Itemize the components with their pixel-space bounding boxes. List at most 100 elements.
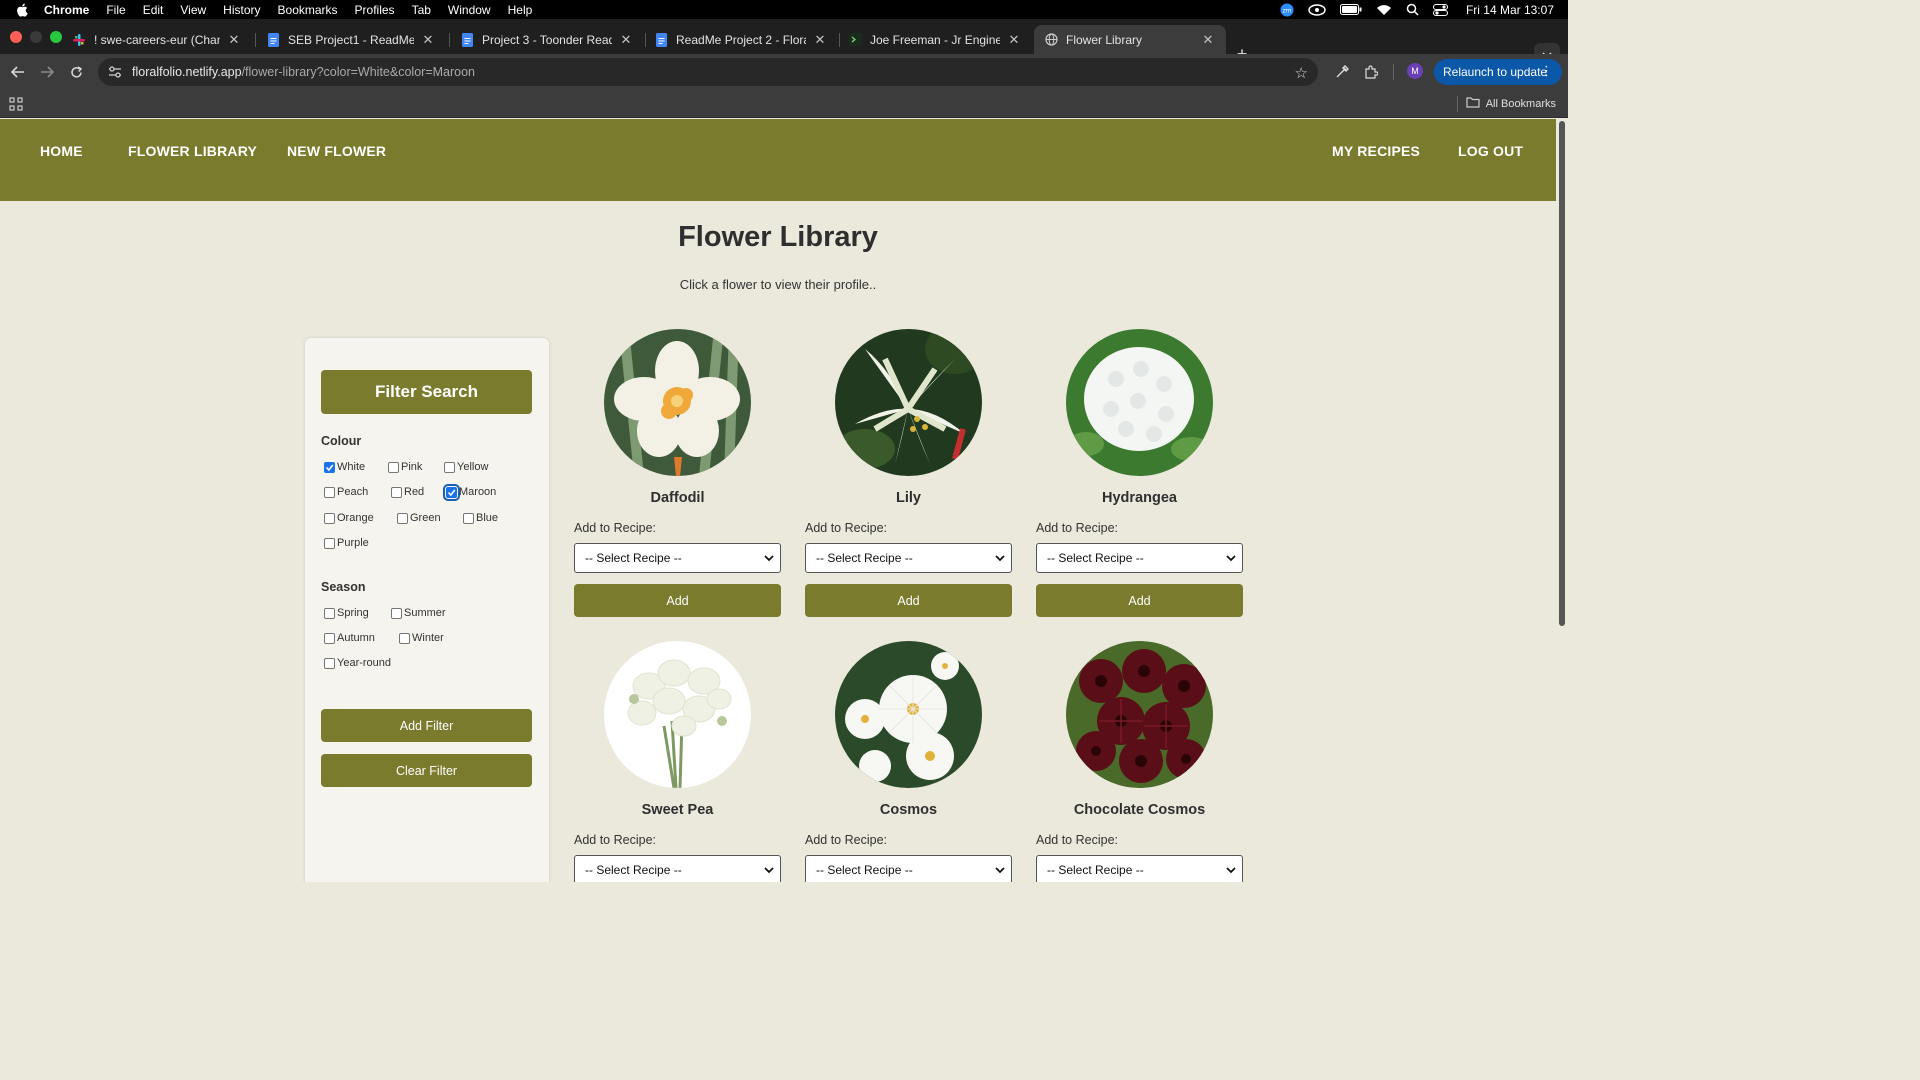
menu-history[interactable]: History [223, 3, 260, 17]
checkbox[interactable] [388, 461, 399, 473]
nav-home-link[interactable]: HOME [40, 143, 83, 159]
tab-joe-freeman[interactable]: Joe Freeman - Jr Engineer ✕ [838, 25, 1032, 54]
site-info-icon[interactable] [108, 66, 122, 78]
clear-filter-button[interactable]: Clear Filter [321, 754, 532, 787]
recipe-select[interactable]: -- Select Recipe -- [1036, 543, 1243, 573]
season-checkbox-winter[interactable]: Winter [399, 632, 444, 644]
menu-help[interactable]: Help [508, 3, 533, 17]
recipe-select[interactable]: -- Select Recipe -- [805, 543, 1012, 573]
sweet-pea-photo[interactable] [604, 641, 751, 788]
checkmark-icon[interactable] [443, 483, 460, 501]
apple-icon[interactable] [16, 3, 30, 17]
spotlight-search-icon[interactable] [1406, 3, 1419, 16]
checkbox[interactable] [463, 512, 474, 524]
close-icon[interactable]: ✕ [1200, 32, 1216, 48]
wifi-icon[interactable] [1376, 4, 1392, 16]
menubar-clock[interactable]: Fri 14 Mar 13:07 [1466, 3, 1554, 17]
checkbox[interactable] [391, 486, 402, 498]
checkbox[interactable] [324, 537, 335, 549]
season-checkbox-year-round[interactable]: Year-round [324, 657, 391, 669]
close-icon[interactable]: ✕ [226, 32, 242, 48]
flower-name[interactable]: Hydrangea [1036, 490, 1243, 506]
zoom-icon[interactable]: zm [1280, 3, 1294, 17]
colour-checkbox-maroon[interactable]: Maroon [443, 483, 496, 501]
recipe-select[interactable]: -- Select Recipe -- [1036, 855, 1243, 882]
recipe-select[interactable]: -- Select Recipe -- [574, 855, 781, 882]
menu-app-name[interactable]: Chrome [44, 3, 89, 17]
menu-edit[interactable]: Edit [143, 3, 164, 17]
season-checkbox-autumn[interactable]: Autumn [324, 632, 375, 644]
back-arrow-icon[interactable] [8, 63, 28, 81]
menu-window[interactable]: Window [448, 3, 491, 17]
menu-profiles[interactable]: Profiles [355, 3, 395, 17]
minimize-window-button[interactable] [30, 31, 42, 43]
chocolate-cosmos-photo[interactable] [1066, 641, 1213, 788]
menu-file[interactable]: File [106, 3, 125, 17]
colour-checkbox-pink[interactable]: Pink [388, 461, 422, 473]
nav-logout-link[interactable]: LOG OUT [1458, 143, 1523, 159]
recipe-select[interactable]: -- Select Recipe -- [574, 543, 781, 573]
tab-project3[interactable]: Project 3 - Toonder ReadMe ✕ [450, 25, 644, 54]
daffodil-photo[interactable] [604, 329, 751, 476]
colour-checkbox-orange[interactable]: Orange [324, 512, 374, 524]
control-center-icon[interactable] [1432, 3, 1448, 16]
checkbox[interactable] [324, 486, 335, 498]
reload-icon[interactable] [66, 63, 86, 81]
profile-avatar[interactable]: M [1407, 63, 1423, 79]
colour-checkbox-red[interactable]: Red [391, 486, 424, 498]
flower-name[interactable]: Lily [805, 490, 1012, 506]
scrollbar-thumb[interactable] [1559, 121, 1565, 626]
checkbox[interactable] [324, 607, 335, 619]
season-checkbox-summer[interactable]: Summer [391, 607, 446, 619]
eyedropper-extension-icon[interactable] [1333, 63, 1351, 81]
add-to-recipe-button[interactable]: Add [574, 584, 781, 617]
nav-my-recipes-link[interactable]: MY RECIPES [1332, 143, 1420, 159]
checkbox[interactable] [397, 512, 408, 524]
checkbox[interactable] [324, 512, 335, 524]
colour-checkbox-yellow[interactable]: Yellow [444, 461, 488, 473]
address-bar[interactable]: floralfolio.netlify.app/flower-library?c… [98, 58, 1318, 86]
creative-cloud-icon[interactable] [1308, 3, 1326, 16]
flower-name[interactable]: Cosmos [805, 802, 1012, 818]
extensions-puzzle-icon[interactable] [1362, 63, 1380, 81]
recipe-select[interactable]: -- Select Recipe -- [805, 855, 1012, 882]
hydrangea-photo[interactable] [1066, 329, 1213, 476]
page-scrollbar[interactable] [1556, 119, 1568, 882]
add-filter-button[interactable]: Add Filter [321, 709, 532, 742]
checkbox[interactable] [399, 632, 410, 644]
checkbox[interactable] [391, 607, 402, 619]
menu-bookmarks[interactable]: Bookmarks [278, 3, 338, 17]
close-icon[interactable]: ✕ [618, 32, 634, 48]
all-bookmarks-button[interactable]: All Bookmarks [1466, 97, 1556, 111]
tab-seb-project1[interactable]: SEB Project1 - ReadMe - Spa ✕ [256, 25, 446, 54]
nav-flower-library-link[interactable]: FLOWER LIBRARY [128, 143, 257, 159]
checkmark-icon[interactable] [324, 461, 335, 473]
url-text[interactable]: floralfolio.netlify.app/flower-library?c… [132, 65, 475, 79]
colour-checkbox-purple[interactable]: Purple [324, 537, 369, 549]
flower-name[interactable]: Daffodil [574, 490, 781, 506]
flower-name[interactable]: Chocolate Cosmos [1036, 802, 1243, 818]
season-checkbox-spring[interactable]: Spring [324, 607, 369, 619]
close-icon[interactable]: ✕ [1006, 32, 1022, 48]
close-icon[interactable]: ✕ [812, 32, 828, 48]
more-vert-icon[interactable]: ⋮ [1540, 63, 1553, 79]
nav-new-flower-link[interactable]: NEW FLOWER [287, 143, 386, 159]
menu-tab[interactable]: Tab [412, 3, 431, 17]
tab-readme-project2[interactable]: ReadMe Project 2 - Floral Fol ✕ [644, 25, 838, 54]
colour-checkbox-peach[interactable]: Peach [324, 486, 368, 498]
close-icon[interactable]: ✕ [420, 32, 436, 48]
colour-checkbox-green[interactable]: Green [397, 512, 441, 524]
battery-icon[interactable] [1339, 4, 1362, 15]
relaunch-to-update-button[interactable]: Relaunch to update ⋮ [1434, 59, 1562, 85]
tab-flower-library[interactable]: Flower Library ✕ [1034, 25, 1226, 54]
flower-name[interactable]: Sweet Pea [574, 802, 781, 818]
menu-view[interactable]: View [180, 3, 206, 17]
colour-checkbox-blue[interactable]: Blue [463, 512, 498, 524]
colour-checkbox-white[interactable]: White [324, 461, 365, 473]
checkbox[interactable] [324, 657, 335, 669]
checkbox[interactable] [324, 632, 335, 644]
checkbox[interactable] [444, 461, 455, 473]
apps-grid-icon[interactable] [9, 97, 23, 111]
bookmark-star-icon[interactable]: ☆ [1295, 64, 1308, 82]
cosmos-photo[interactable] [835, 641, 982, 788]
